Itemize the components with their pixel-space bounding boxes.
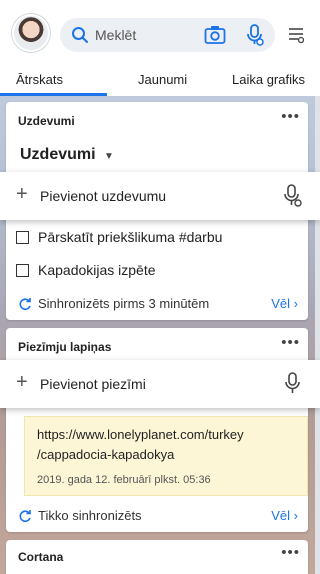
task-item[interactable]: Pārskatīt priekšlikuma #darbu: [16, 229, 222, 245]
tasks-card-title: Uzdevumi: [18, 114, 75, 128]
sticky-note[interactable]: https://www.lonelyplanet.com/turkey /cap…: [24, 416, 308, 496]
more-options-icon[interactable]: •••: [281, 108, 300, 125]
tasks-more-link[interactable]: Vēl ›: [271, 296, 298, 311]
task-label: Kapadokijas izpēte: [38, 262, 156, 278]
task-list-name: Uzdevumi: [20, 146, 96, 163]
task-checkbox[interactable]: [16, 264, 29, 277]
task-checkbox[interactable]: [16, 231, 29, 244]
add-task-bar[interactable]: + Pievienot uzdevumu: [0, 172, 320, 220]
scroll-edge: [315, 96, 320, 574]
microphone-icon[interactable]: [283, 372, 303, 396]
add-note-label[interactable]: Pievienot piezīmi: [40, 376, 146, 392]
avatar[interactable]: [12, 14, 50, 52]
notes-more-link[interactable]: Vēl ›: [271, 508, 298, 523]
note-line-1: https://www.lonelyplanet.com/turkey: [37, 427, 244, 442]
cortana-card: Cortana •••: [6, 540, 308, 574]
tab-jaunumi[interactable]: Jaunumi: [138, 72, 187, 87]
task-label: Pārskatīt priekšlikuma #darbu: [38, 229, 223, 245]
notes-card-title: Piezīmju lapiņas: [18, 340, 112, 354]
cortana-card-title: Cortana: [18, 550, 64, 564]
notes-card: Piezīmju lapiņas ••• https://www.lonelyp…: [6, 328, 308, 532]
active-tab-indicator: [0, 93, 107, 96]
add-note-bar[interactable]: + Pievienot piezīmi: [0, 360, 320, 408]
tab-bar: Ātrskats Jaunumi Laika grafiks: [0, 64, 320, 96]
search-input[interactable]: Meklēt: [95, 27, 136, 43]
microphone-icon[interactable]: [283, 184, 303, 208]
note-date: 2019. gada 12. februārī plkst. 05:36: [37, 474, 211, 486]
sync-icon: [19, 298, 31, 310]
search-icon: [72, 27, 88, 43]
chevron-down-icon: ▼: [104, 151, 114, 162]
task-item[interactable]: Kapadokijas izpēte: [16, 262, 156, 278]
add-task-label[interactable]: Pievienot uzdevumu: [40, 188, 166, 204]
task-list-selector[interactable]: Uzdevumi ▼: [20, 146, 114, 164]
note-url: https://www.lonelyplanet.com/turkey /cap…: [37, 425, 244, 465]
sync-icon: [19, 510, 31, 522]
notes-sync-status: Tikko sinhronizēts: [18, 508, 142, 523]
tasks-sync-status: Sinhronizēts pirms 3 minūtēm: [18, 296, 209, 311]
tab-atrskats[interactable]: Ātrskats: [16, 72, 63, 87]
microphone-icon[interactable]: [245, 24, 265, 46]
note-line-2: /cappadocia-kapadokya: [37, 447, 175, 462]
tab-laika-grafiks[interactable]: Laika grafiks: [232, 72, 305, 87]
more-options-icon[interactable]: •••: [281, 334, 300, 351]
sync-text: Sinhronizēts pirms 3 minūtēm: [38, 296, 210, 311]
plus-icon: +: [16, 371, 28, 393]
menu-icon[interactable]: [288, 26, 304, 44]
more-options-icon[interactable]: •••: [281, 544, 300, 561]
search-bar[interactable]: Meklēt: [60, 18, 275, 52]
sync-text: Tikko sinhronizēts: [38, 508, 142, 523]
camera-icon[interactable]: [204, 25, 226, 45]
plus-icon: +: [16, 183, 28, 205]
